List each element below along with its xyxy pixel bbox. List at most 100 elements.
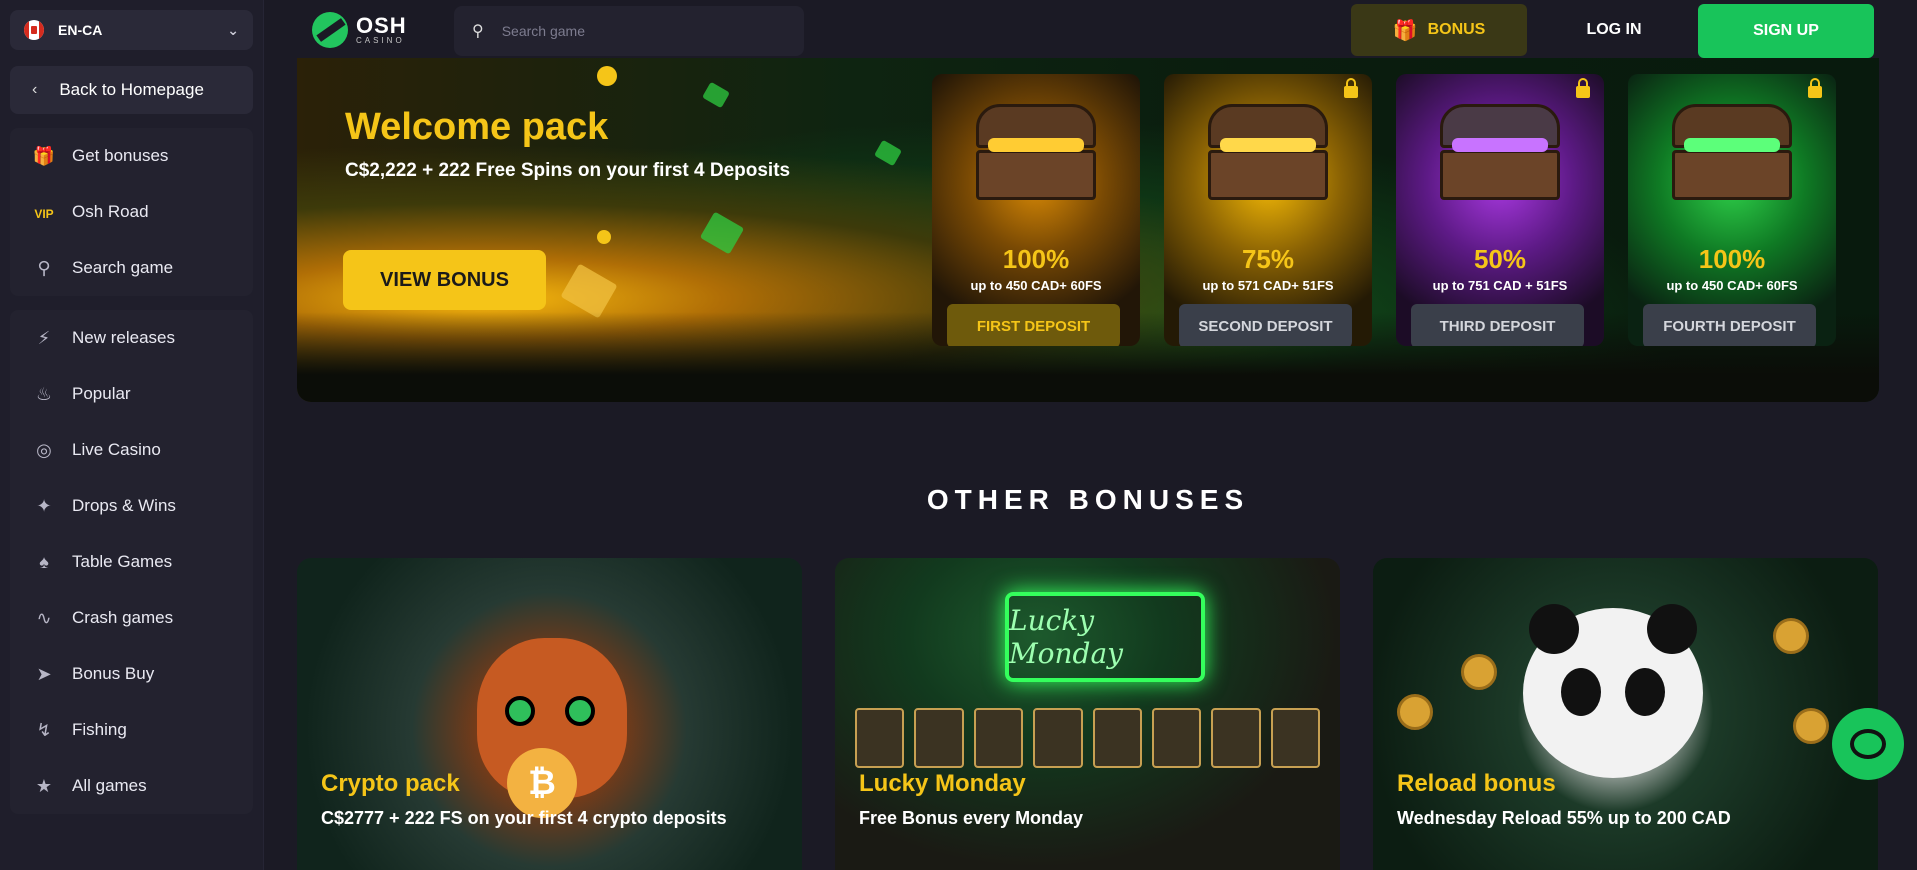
chevron-left-icon: ‹ [32,81,38,98]
crypto-pack-card[interactable]: ₿ Crypto pack C$2777 + 222 FS on your fi… [297,558,802,870]
sidebar-item-fishing[interactable]: ↯ Fishing [10,702,253,758]
page-scrollbar[interactable] [1907,60,1917,870]
lightning-icon: ⚡ [37,327,51,348]
sidebar-item-crash-games[interactable]: ∿ Crash games [10,590,253,646]
search-input[interactable]: ⚲ Search game [454,6,804,56]
sidebar-item-label: Search game [72,258,174,277]
promo-subtitle: Free Bonus every Monday [859,808,1084,828]
osh-casino-logo[interactable]: OSH CASINO [312,12,407,48]
cat-eye [505,696,535,726]
promo-subtitle: C$2777 + 222 FS on your first 4 crypto d… [321,808,727,828]
signup-button[interactable]: SIGN UP [1698,4,1874,58]
promo-subtitle: Wednesday Reload 55% up to 200 CAD [1397,808,1731,828]
lock-icon [1576,78,1590,98]
language-selector[interactable]: EN-CA ⌄ [10,10,253,50]
cat-eye [565,696,595,726]
gem-decoration [873,139,903,167]
deposit-percent: 100% [1698,244,1766,274]
vip-badge: VIP [34,206,54,221]
welcome-subtitle: C$2,222 + 222 Free Spins on your first 4… [345,160,791,181]
sidebar-item-all-games[interactable]: ★ All games [10,758,253,814]
gem-decoration [699,211,745,255]
deposit-description: up to 751 CAD + 51FS [1432,278,1568,293]
sidebar-item-new-releases[interactable]: ⚡ New releases [10,310,253,366]
other-bonuses-heading: OTHER BONUSES [926,484,1250,515]
promo-title: Reload bonus [1397,770,1556,797]
sidebar-item-label: Popular [72,384,131,403]
panda-eye-patch [1625,668,1665,716]
sidebar-item-get-bonuses[interactable]: 🎁 Get bonuses [10,128,253,184]
cards-icon: ♠ [39,551,49,572]
coin-decoration [1793,708,1829,744]
coin-decoration [1461,654,1497,690]
chip-icon: ◎ [36,439,52,460]
sidebar-item-label: Fishing [72,720,127,739]
sidebar-item-drops-wins[interactable]: ✦ Drops & Wins [10,478,253,534]
sidebar-group-games: ⚡ New releases ♨ Popular ◎ Live Casino ✦… [10,310,253,814]
sidebar-group-primary: 🎁 Get bonuses VIP Osh Road ⚲ Search game [10,128,253,296]
gem-decoration [701,81,731,109]
reload-bonus-card[interactable]: Reload bonus Wednesday Reload 55% up to … [1373,558,1878,870]
first-deposit-card: 100% up to 450 CAD+ 60FS FIRST DEPOSIT [932,74,1140,346]
view-bonus-button[interactable]: VIEW BONUS [343,250,546,310]
sidebar-item-live-casino[interactable]: ◎ Live Casino [10,422,253,478]
welcome-pack-banner: Welcome pack C$2,222 + 222 Free Spins on… [297,58,1879,402]
bonus-label: BONUS [1427,21,1486,38]
treasure-chest-icon [976,104,1096,200]
bonus-button[interactable]: 🎁 BONUS [1351,4,1527,56]
sidebar-item-osh-road[interactable]: VIP Osh Road [10,184,253,240]
fire-icon: ♨ [35,383,53,404]
second-deposit-button[interactable]: SECOND DEPOSIT [1179,304,1352,346]
sidebar: EN-CA ⌄ ‹ Back to Homepage 🎁 Get bonuses… [0,0,264,870]
gift-icon: 🎁 [32,145,56,166]
back-to-homepage-button[interactable]: ‹ Back to Homepage [10,66,253,114]
sidebar-item-label: Drops & Wins [72,496,176,515]
sidebar-item-table-games[interactable]: ♠ Table Games [10,534,253,590]
sidebar-item-label: All games [72,776,147,795]
sidebar-item-bonus-buy[interactable]: ➤ Bonus Buy [10,646,253,702]
second-deposit-card: 75% up to 571 CAD+ 51FS SECOND DEPOSIT [1164,74,1372,346]
chevron-down-icon: ⌄ [227,21,239,38]
logo-text: OSH CASINO [356,15,407,45]
panda-ear [1529,604,1579,654]
sidebar-item-label: Live Casino [72,440,161,459]
treasure-chest-icon [1672,104,1792,200]
deposit-description: up to 571 CAD+ 51FS [1202,278,1334,293]
deposit-description: up to 450 CAD+ 60FS [970,278,1102,293]
fourth-deposit-card: 100% up to 450 CAD+ 60FS FOURTH DEPOSIT [1628,74,1836,346]
vip-icon: VIP [30,202,58,223]
panda-illustration [1523,604,1703,778]
language-label: EN-CA [58,22,103,38]
lucky-monday-card[interactable]: Lucky Monday Lucky Monday Free Bonus eve… [835,558,1340,870]
search-placeholder: Search game [501,23,585,39]
welcome-title: Welcome pack [345,106,609,148]
panda-eye-patch [1561,668,1601,716]
logo-subtitle: CASINO [356,36,405,45]
fourth-deposit-button[interactable]: FOURTH DEPOSIT [1643,304,1816,346]
treasure-chest-icon [1208,104,1328,200]
sidebar-item-popular[interactable]: ♨ Popular [10,366,253,422]
promo-title: Lucky Monday [859,770,1026,797]
sidebar-item-label: Osh Road [72,202,149,221]
third-deposit-button[interactable]: THIRD DEPOSIT [1411,304,1584,346]
gift-icon: 🎁 [1392,19,1418,42]
coin-decoration [1773,618,1809,654]
lucky-monday-neon-sign: Lucky Monday [1005,592,1205,682]
deposit-description: up to 450 CAD+ 60FS [1666,278,1798,293]
login-button[interactable]: LOG IN [1554,4,1674,56]
sidebar-item-label: Get bonuses [72,146,169,165]
logo-mark-icon [312,12,348,48]
sidebar-item-search-game[interactable]: ⚲ Search game [10,240,253,296]
deposit-percent: 75% [1241,244,1295,274]
first-deposit-button[interactable]: FIRST DEPOSIT [947,304,1120,346]
chat-bubble-icon [1850,729,1886,759]
lock-icon [1808,78,1822,98]
canada-flag-icon [24,20,44,40]
live-chat-button[interactable] [1832,708,1904,780]
search-icon: ⚲ [37,257,51,278]
top-header: OSH CASINO ⚲ Search game 🎁 BONUS LOG IN … [264,0,1917,60]
search-icon: ⚲ [472,23,484,40]
pulse-icon: ∿ [36,607,52,628]
sidebar-item-label: Bonus Buy [72,664,155,683]
third-deposit-card: 50% up to 751 CAD + 51FS THIRD DEPOSIT [1396,74,1604,346]
